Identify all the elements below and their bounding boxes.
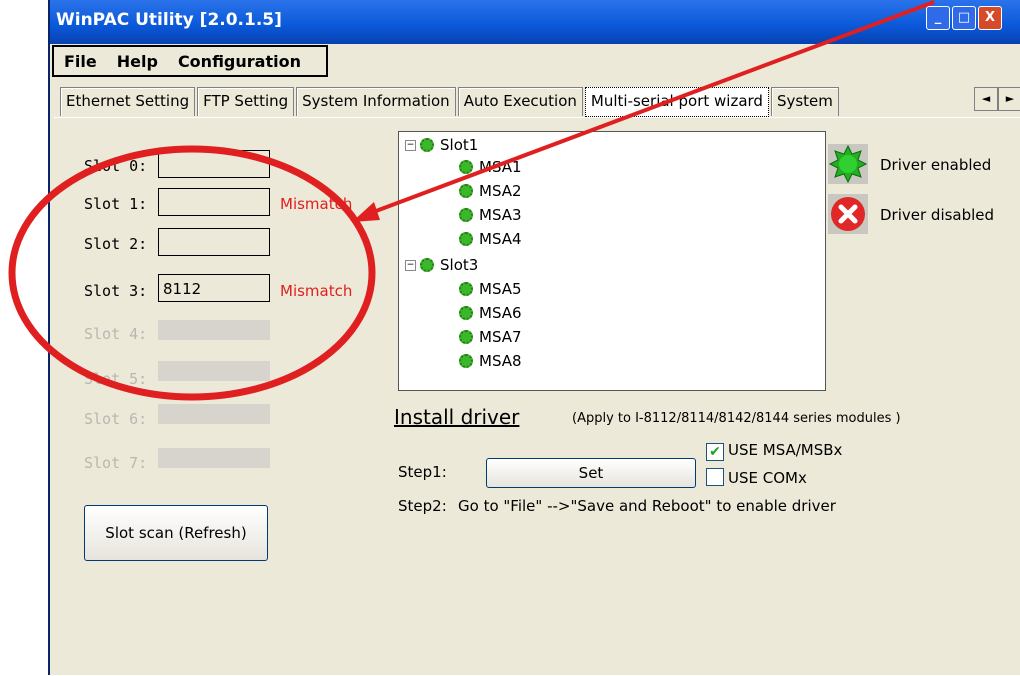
tab-multi-serial-port-wizard[interactable]: Multi-serial port wizard	[584, 87, 769, 117]
slot-1-status: Mismatch	[280, 195, 353, 213]
tree-node-slot1[interactable]: − Slot1	[405, 136, 478, 154]
step2-label: Step2:	[398, 497, 447, 515]
driver-gear-icon	[459, 354, 473, 368]
driver-enabled-icon	[828, 144, 868, 184]
use-com-label: USE COMx	[728, 469, 807, 487]
menu-bar: File Help Configuration	[52, 45, 328, 77]
slot-5-label: Slot 5:	[84, 370, 148, 388]
window-title: WinPAC Utility [2.0.1.5]	[56, 10, 282, 30]
tree-leaf[interactable]: MSA4	[459, 230, 522, 248]
driver-gear-icon	[459, 330, 473, 344]
minimize-button[interactable]: _	[926, 6, 950, 30]
driver-enabled-label: Driver enabled	[880, 156, 992, 174]
driver-gear-icon	[459, 160, 473, 174]
maximize-button[interactable]: □	[952, 6, 976, 30]
slot-7-field	[158, 448, 270, 468]
slot-7-label: Slot 7:	[84, 454, 148, 472]
wizard-panel: Slot 0: Slot 1: Mismatch Slot 2: Slot 3:…	[54, 117, 1020, 676]
tree-leaf-label: MSA4	[479, 230, 522, 248]
driver-disabled-icon	[828, 194, 868, 234]
driver-gear-icon	[459, 282, 473, 296]
tree-leaf-label: MSA1	[479, 158, 522, 176]
driver-gear-icon	[459, 306, 473, 320]
tree-node-slot3[interactable]: − Slot3	[405, 256, 478, 274]
install-driver-title: Install driver	[394, 405, 520, 429]
tab-strip: Ethernet Setting FTP Setting System Info…	[60, 87, 841, 117]
collapse-icon[interactable]: −	[405, 259, 416, 271]
driver-gear-icon	[459, 208, 473, 222]
slot-6-label: Slot 6:	[84, 410, 148, 428]
tab-scroll-right-icon[interactable]: ►	[998, 87, 1020, 111]
slot-0-label: Slot 0:	[84, 157, 148, 175]
install-driver-note: (Apply to I-8112/8114/8142/8144 series m…	[572, 411, 901, 426]
slot-scan-button[interactable]: Slot scan (Refresh)	[84, 505, 268, 561]
step1-label: Step1:	[398, 463, 447, 481]
slot-4-label: Slot 4:	[84, 325, 148, 343]
tree-leaf[interactable]: MSA8	[459, 352, 522, 370]
driver-gear-icon	[420, 138, 434, 152]
title-bar: WinPAC Utility [2.0.1.5] _ □ X	[50, 0, 1020, 44]
tab-scroll-left-icon[interactable]: ◄	[974, 87, 998, 111]
use-msa-checkbox[interactable]: ✔	[706, 443, 724, 461]
tree-leaf-label: MSA6	[479, 304, 522, 322]
app-window: WinPAC Utility [2.0.1.5] _ □ X File Help…	[48, 0, 1020, 675]
tree-leaf[interactable]: MSA6	[459, 304, 522, 322]
slot-3-field[interactable]: 8112	[158, 274, 270, 302]
tree-leaf[interactable]: MSA5	[459, 280, 522, 298]
driver-gear-icon	[459, 184, 473, 198]
step2-instruction: Go to "File" -->"Save and Reboot" to ena…	[458, 497, 836, 515]
tab-scroll: ◄ ►	[974, 87, 1020, 111]
menu-file[interactable]: File	[54, 52, 107, 71]
tree-leaf[interactable]: MSA2	[459, 182, 522, 200]
slot-4-field	[158, 320, 270, 340]
menu-help[interactable]: Help	[107, 52, 168, 71]
set-button[interactable]: Set	[486, 458, 696, 488]
module-tree[interactable]: − Slot1 MSA1 MSA2 MSA3 MSA4 − Slot3 MSA5…	[398, 131, 826, 391]
driver-disabled-label: Driver disabled	[880, 206, 995, 224]
close-button[interactable]: X	[978, 6, 1002, 30]
slot-2-label: Slot 2:	[84, 235, 148, 253]
tab-system-information[interactable]: System Information	[296, 87, 456, 116]
tree-leaf[interactable]: MSA1	[459, 158, 522, 176]
slot-1-label: Slot 1:	[84, 195, 148, 213]
slot-3-status: Mismatch	[280, 282, 353, 300]
tab-ftp-setting[interactable]: FTP Setting	[197, 87, 295, 116]
collapse-icon[interactable]: −	[405, 139, 416, 151]
tree-leaf-label: MSA5	[479, 280, 522, 298]
tree-node-label: Slot3	[440, 256, 479, 274]
use-com-checkbox[interactable]	[706, 468, 724, 486]
driver-gear-icon	[420, 258, 434, 272]
tab-ethernet-setting[interactable]: Ethernet Setting	[60, 87, 196, 116]
slot-6-field	[158, 404, 270, 424]
tree-leaf-label: MSA3	[479, 206, 522, 224]
tree-leaf-label: MSA2	[479, 182, 522, 200]
slot-0-field[interactable]	[158, 150, 270, 178]
slot-3-label: Slot 3:	[84, 282, 148, 300]
slot-1-field[interactable]	[158, 188, 270, 216]
tab-auto-execution[interactable]: Auto Execution	[457, 87, 583, 116]
slot-5-field	[158, 361, 270, 381]
tree-leaf-label: MSA7	[479, 328, 522, 346]
use-msa-label: USE MSA/MSBx	[728, 441, 843, 459]
menu-configuration[interactable]: Configuration	[168, 52, 311, 71]
tree-node-label: Slot1	[440, 136, 479, 154]
driver-gear-icon	[459, 232, 473, 246]
tree-leaf[interactable]: MSA7	[459, 328, 522, 346]
tab-system[interactable]: System	[770, 87, 839, 116]
slot-2-field[interactable]	[158, 228, 270, 256]
tree-leaf[interactable]: MSA3	[459, 206, 522, 224]
tree-leaf-label: MSA8	[479, 352, 522, 370]
